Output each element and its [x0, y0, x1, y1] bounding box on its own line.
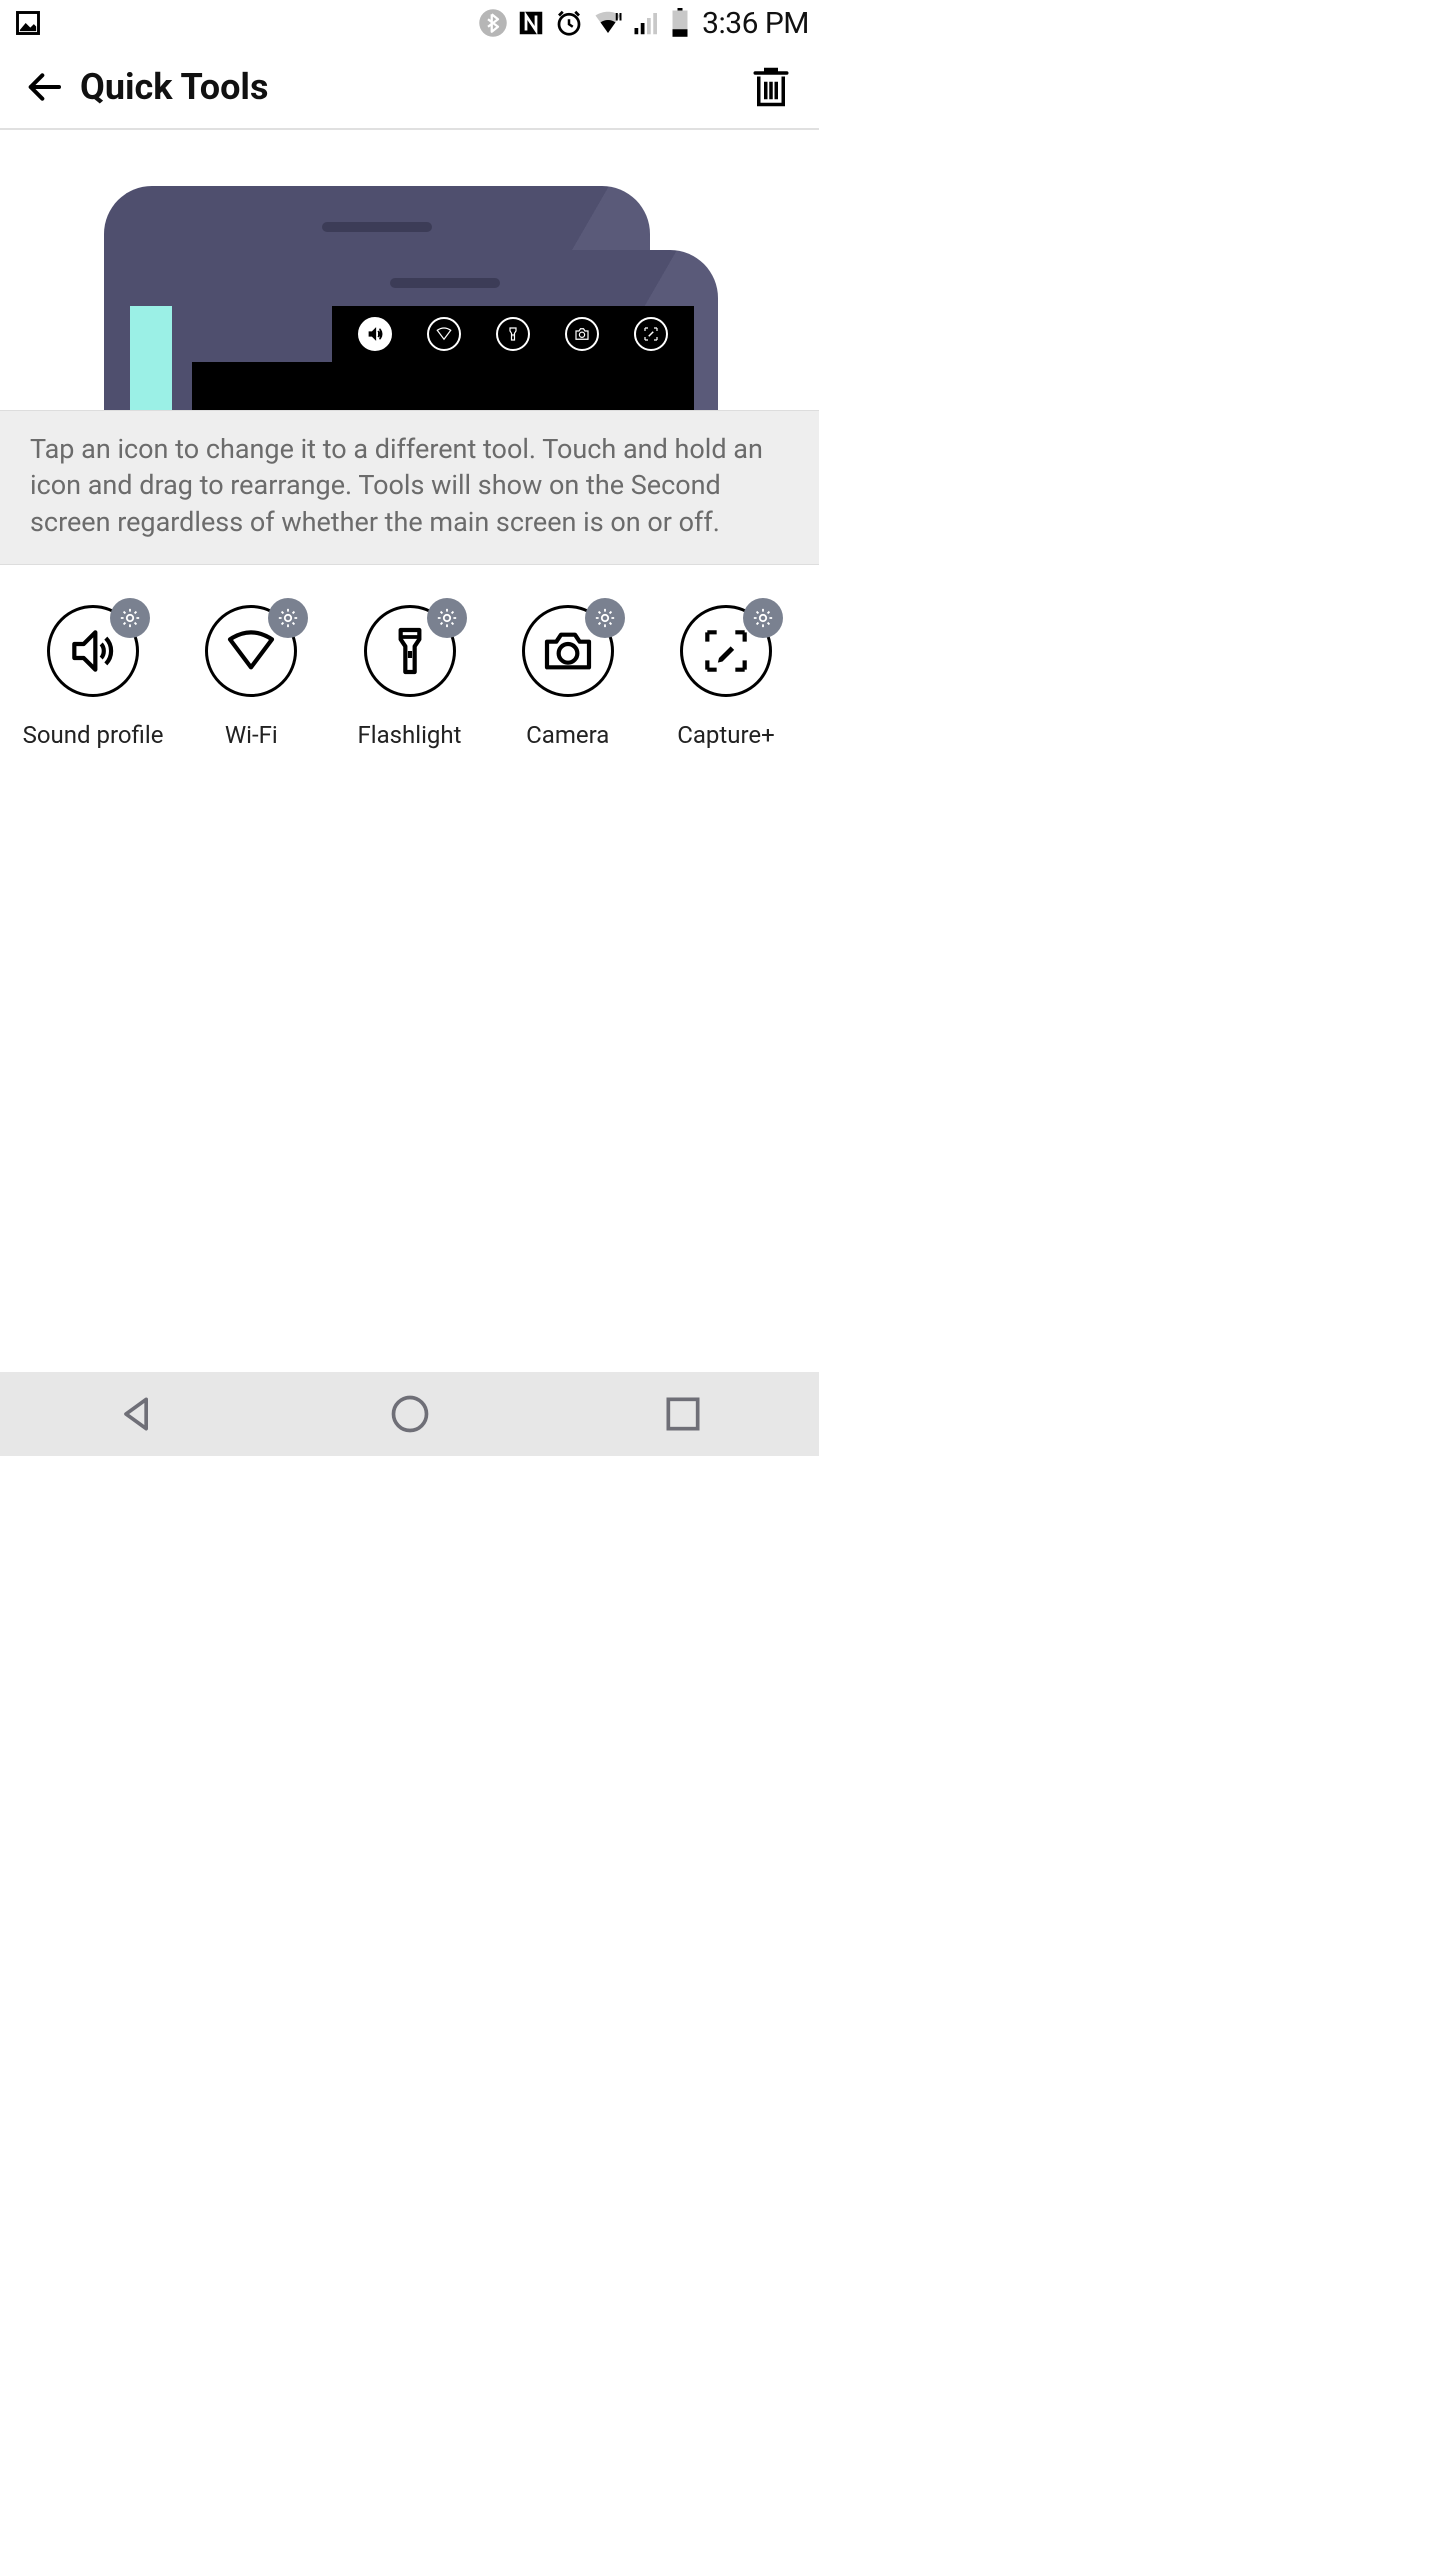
flashlight-icon	[382, 623, 438, 679]
preview-flashlight-icon	[496, 317, 530, 351]
gear-icon	[436, 607, 458, 629]
gear-icon	[594, 607, 616, 629]
nav-back-button[interactable]	[77, 1384, 197, 1444]
instruction-text: Tap an icon to change it to a different …	[0, 410, 819, 565]
second-screen-preview	[332, 306, 694, 362]
tool-settings-badge[interactable]	[268, 598, 308, 638]
tool-sound-profile[interactable]: Sound profile	[18, 605, 168, 749]
nav-home-button[interactable]	[350, 1384, 470, 1444]
trash-icon	[750, 64, 792, 110]
page-title: Quick Tools	[80, 66, 268, 108]
tool-label: Camera	[526, 721, 609, 749]
gear-icon	[752, 607, 774, 629]
tool-label: Flashlight	[358, 721, 462, 749]
tool-label: Wi-Fi	[225, 721, 278, 749]
gear-icon	[119, 607, 141, 629]
preview-illustration	[0, 130, 819, 410]
nav-home-icon	[388, 1392, 432, 1436]
gear-icon	[277, 607, 299, 629]
arrow-left-icon	[24, 67, 64, 107]
tool-capture-plus[interactable]: Capture+	[651, 605, 801, 749]
back-button[interactable]	[24, 63, 72, 111]
tool-settings-badge[interactable]	[585, 598, 625, 638]
preview-wifi-icon	[427, 317, 461, 351]
nfc-icon	[516, 8, 546, 38]
tool-wifi[interactable]: Wi-Fi	[176, 605, 326, 749]
tool-camera[interactable]: Camera	[493, 605, 643, 749]
preview-camera-icon	[565, 317, 599, 351]
tool-settings-badge[interactable]	[427, 598, 467, 638]
tool-settings-badge[interactable]	[110, 598, 150, 638]
bluetooth-icon	[478, 8, 508, 38]
tool-label: Sound profile	[23, 721, 164, 749]
wifi-icon	[223, 623, 279, 679]
preview-sound-icon	[358, 317, 392, 351]
app-bar: Quick Tools	[0, 46, 819, 130]
nav-recents-button[interactable]	[623, 1384, 743, 1444]
status-bar: 3:36 PM	[0, 0, 819, 46]
preview-capture-plus-icon	[634, 317, 668, 351]
tool-flashlight[interactable]: Flashlight	[335, 605, 485, 749]
tool-settings-badge[interactable]	[743, 598, 783, 638]
tools-grid: Sound profile Wi-Fi Flashlight Camera	[0, 565, 819, 749]
camera-icon	[540, 623, 596, 679]
screenshot-icon	[14, 9, 42, 37]
nav-recents-icon	[661, 1392, 705, 1436]
battery-icon	[670, 8, 690, 38]
navigation-bar	[0, 1372, 819, 1456]
sound-icon	[65, 623, 121, 679]
alarm-icon	[554, 8, 584, 38]
capture-plus-icon	[698, 623, 754, 679]
wifi-status-icon	[592, 8, 624, 38]
nav-back-icon	[115, 1392, 159, 1436]
delete-button[interactable]	[747, 63, 795, 111]
tool-label: Capture+	[677, 721, 775, 749]
status-time: 3:36 PM	[702, 6, 809, 41]
signal-icon	[632, 8, 662, 38]
